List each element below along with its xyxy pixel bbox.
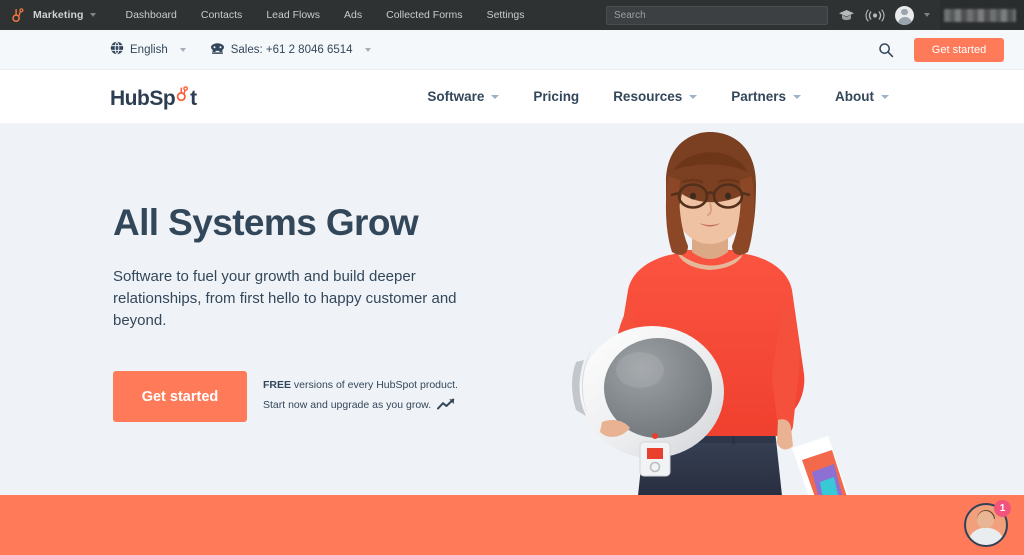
nav-item-partners[interactable]: Partners: [731, 89, 802, 104]
app-brand-label: Marketing: [33, 9, 84, 21]
utility-get-started-button[interactable]: Get started: [914, 37, 1004, 62]
orange-footer-band: [0, 495, 1024, 555]
hero-subtitle: Software to fuel your growth and build d…: [113, 267, 457, 330]
chevron-down-icon: [793, 94, 802, 99]
chevron-down-icon: [364, 47, 371, 52]
appbar-link-dashboard[interactable]: Dashboard: [126, 9, 177, 21]
nav-item-about[interactable]: About: [835, 89, 889, 104]
hero-free-emphasis: FREE: [263, 378, 292, 391]
nav-label-pricing: Pricing: [533, 89, 580, 104]
appbar-link-ads[interactable]: Ads: [344, 9, 362, 21]
nav-label-partners: Partners: [731, 89, 787, 104]
chat-avatar-body-shape: [968, 528, 1004, 545]
hero-free-note-line1: FREE versions of every HubSpot product.: [263, 376, 458, 396]
app-search-input[interactable]: [606, 5, 828, 25]
chevron-down-icon: [491, 94, 500, 99]
utility-right-group: Get started: [878, 37, 1024, 62]
account-chevron-down-icon[interactable]: [924, 13, 930, 17]
appbar-link-contacts[interactable]: Contacts: [201, 9, 242, 21]
avatar-body-shape: [897, 16, 912, 25]
nav-label-about: About: [835, 89, 874, 104]
chevron-down-icon: [89, 13, 96, 17]
broadcast-icon[interactable]: [865, 8, 885, 22]
nav-label-software: Software: [427, 89, 485, 104]
chat-avatar-head-shape: [977, 511, 994, 529]
sales-phone[interactable]: Sales: +61 2 8046 6514: [210, 42, 371, 58]
chat-unread-badge: 1: [994, 500, 1011, 517]
telephone-icon: [210, 42, 225, 58]
chevron-down-icon: [881, 94, 889, 99]
hero-free-note-rest: versions of every HubSpot product.: [291, 378, 458, 391]
chat-widget[interactable]: 1: [964, 500, 1011, 547]
sales-phone-label: Sales: +61 2 8046 6514: [230, 43, 353, 56]
redacted-blur-bar: [944, 8, 1016, 22]
hero-section: All Systems Grow Software to fuel your g…: [0, 123, 1024, 495]
hubspot-logo-text-b: t: [190, 86, 197, 110]
hero-free-note: FREE versions of every HubSpot product. …: [263, 376, 458, 418]
utility-left-group: English Sales: +61 2 8046 6514: [0, 41, 371, 58]
search-icon[interactable]: [878, 42, 894, 58]
redacted-account-region: [940, 0, 1024, 30]
language-label: English: [130, 43, 168, 56]
academy-cap-icon[interactable]: [838, 9, 855, 22]
app-bar-right-group: [606, 0, 1024, 30]
hubspot-logo-text-a: HubSp: [110, 86, 176, 110]
nav-item-pricing[interactable]: Pricing: [533, 89, 579, 104]
site-main-nav: HubSp t Software Pricing Resources Partn…: [0, 70, 1024, 123]
hero-cta-row: Get started FREE versions of every HubSp…: [113, 371, 513, 423]
page-title: All Systems Grow: [113, 202, 419, 243]
chevron-down-icon: [179, 47, 186, 52]
app-brand-group[interactable]: Marketing: [0, 7, 96, 23]
product-app-bar: Marketing Dashboard Contacts Lead Flows …: [0, 0, 1024, 30]
hero-upgrade-text: Start now and upgrade as you grow.: [263, 398, 432, 411]
nav-item-resources[interactable]: Resources: [613, 89, 698, 104]
hero-copy-block: All Systems Grow Software to fuel your g…: [113, 202, 513, 423]
hubspot-sprocket-icon: [175, 85, 190, 107]
hubspot-sprocket-icon: [10, 7, 26, 23]
language-selector[interactable]: English: [110, 41, 186, 58]
hero-free-note-line2: Start now and upgrade as you grow.: [263, 396, 458, 418]
user-avatar-icon[interactable]: [895, 5, 914, 25]
appbar-link-settings[interactable]: Settings: [487, 9, 525, 21]
globe-icon: [110, 41, 124, 58]
hero-get-started-button[interactable]: Get started: [113, 371, 247, 423]
appbar-link-lead-flows[interactable]: Lead Flows: [266, 9, 320, 21]
hubspot-logo[interactable]: HubSp t: [0, 85, 197, 109]
appbar-link-collected-forms[interactable]: Collected Forms: [386, 9, 462, 21]
avatar-head-shape: [901, 8, 908, 16]
product-nav: Dashboard Contacts Lead Flows Ads Collec…: [126, 9, 525, 21]
hero-photo: [540, 130, 880, 495]
chevron-down-icon: [689, 94, 698, 99]
nav-item-software[interactable]: Software: [427, 89, 500, 104]
nav-label-resources: Resources: [613, 89, 683, 104]
primary-nav: Software Pricing Resources Partners Abou…: [427, 89, 1024, 104]
trending-up-arrow-icon: [437, 398, 456, 418]
site-utility-bar: English Sales: +61 2 8046 6514 Get start…: [0, 30, 1024, 70]
